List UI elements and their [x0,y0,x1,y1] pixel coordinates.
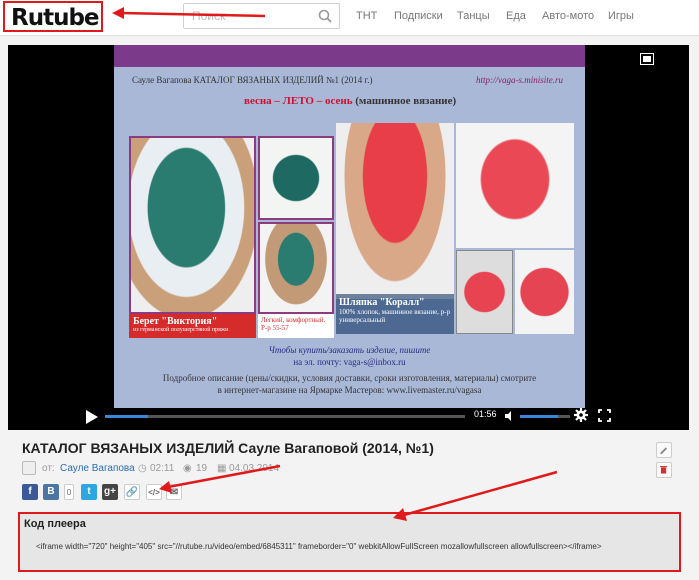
vkontakte-share-button[interactable]: B [43,484,59,500]
eye-icon: ◉ [183,463,192,474]
hat-label: Шляпка "Коралл" 100% хлопок, машинное вяз… [336,294,454,334]
view-count: 19 [196,463,208,474]
email-button[interactable]: ✉ [166,484,182,500]
rutube-logo[interactable]: Rutube [11,5,100,31]
slide-desc-line1: Подробное описание (цены/скидки, условия… [162,373,537,383]
beret-top-photo [258,136,334,220]
slide-url: http://vaga-s.minisite.ru [476,75,563,85]
arrow-to-embed-panel [403,470,558,517]
embed-code-panel: Код плеера <iframe width="720" height="4… [18,512,681,572]
hat-photo [336,123,454,299]
author-prefix: от: [42,463,55,474]
slide-buy-text: Чтобы купить/заказать изделие, пишите [268,345,431,355]
delete-button[interactable] [656,462,672,478]
nav-item-tnt[interactable]: ТНТ [356,10,377,22]
slide-mail-text: на эл. почту: vaga-s@inbox.ru [293,357,406,367]
progress-bar[interactable] [105,415,465,418]
current-time: 01:56 [474,409,497,419]
gear-icon[interactable] [574,408,588,422]
nav-item-dance[interactable]: Танцы [457,10,490,22]
hat-model-photo [456,250,513,334]
hd-icon[interactable] [640,53,654,65]
slide-title: Сауле Вагапова КАТАЛОГ ВЯЗАНЫХ ИЗДЕЛИЙ №… [132,75,373,85]
fullscreen-icon[interactable] [598,409,611,422]
slide-header-strip [114,45,585,67]
clock-icon: ◷ [138,463,147,474]
embed-code-button[interactable]: </> [146,484,162,500]
beret-photo [129,136,256,314]
embed-title: Код плеера [24,518,86,530]
top-bar: Rutube Поиск ТНТ Подписки Танцы Еда Авто… [0,0,699,36]
play-icon[interactable] [86,410,98,424]
search-box[interactable]: Поиск [183,3,340,29]
duration: 02:11 [150,463,175,474]
embed-code-field[interactable]: <iframe width="720" height="405" src="//… [32,537,668,562]
search-input[interactable]: Поиск [192,9,225,23]
share-count: 0 [64,484,74,500]
beret-model-photo [258,222,334,314]
hat-side-photo [456,123,574,248]
volume-fill [520,415,558,418]
lock-icon [22,461,36,475]
pencil-icon [660,447,668,454]
beret-description: Легкий, комфортный. Р-р 55-57 [258,314,334,338]
link-button[interactable]: 🔗 [124,484,140,500]
googleplus-share-button[interactable]: g+ [102,484,118,500]
slide-desc-line2: в интернет-магазине на Ярмарке Мастеров:… [217,385,482,395]
video-title: КАТАЛОГ ВЯЗАНЫХ ИЗДЕЛИЙ Сауле Вагаповой … [22,440,434,456]
author-link[interactable]: Сауле Вагапова [60,463,135,474]
nav-item-games[interactable]: Игры [608,10,634,22]
hat-top-photo [515,250,574,334]
trash-icon [660,466,668,474]
logo-highlight-box: Rutube [3,1,103,32]
twitter-share-button[interactable]: t [81,484,97,500]
nav-item-subscriptions[interactable]: Подписки [394,10,443,22]
video-player[interactable]: Сауле Вагапова КАТАЛОГ ВЯЗАНЫХ ИЗДЕЛИЙ №… [8,45,689,430]
nav-item-auto-moto[interactable]: Авто-мото [542,10,594,22]
calendar-icon: ▦ [217,463,227,474]
edit-button[interactable] [656,442,672,458]
search-icon[interactable] [318,9,332,23]
volume-slider[interactable] [520,415,570,418]
video-frame: Сауле Вагапова КАТАЛОГ ВЯЗАНЫХ ИЗДЕЛИЙ №… [111,45,585,408]
beret-label: Берет "Виктория" из германской полушерстя… [129,314,256,338]
player-controls: 01:56 [8,405,689,430]
publish-date: 04.03.2014 [229,463,280,474]
facebook-share-button[interactable]: f [22,484,38,500]
nav-item-food[interactable]: Еда [506,10,526,22]
slide-season: весна – ЛЕТО – осень (машинное вязание) [244,95,457,107]
progress-fill [105,415,149,418]
volume-icon[interactable] [505,411,515,421]
